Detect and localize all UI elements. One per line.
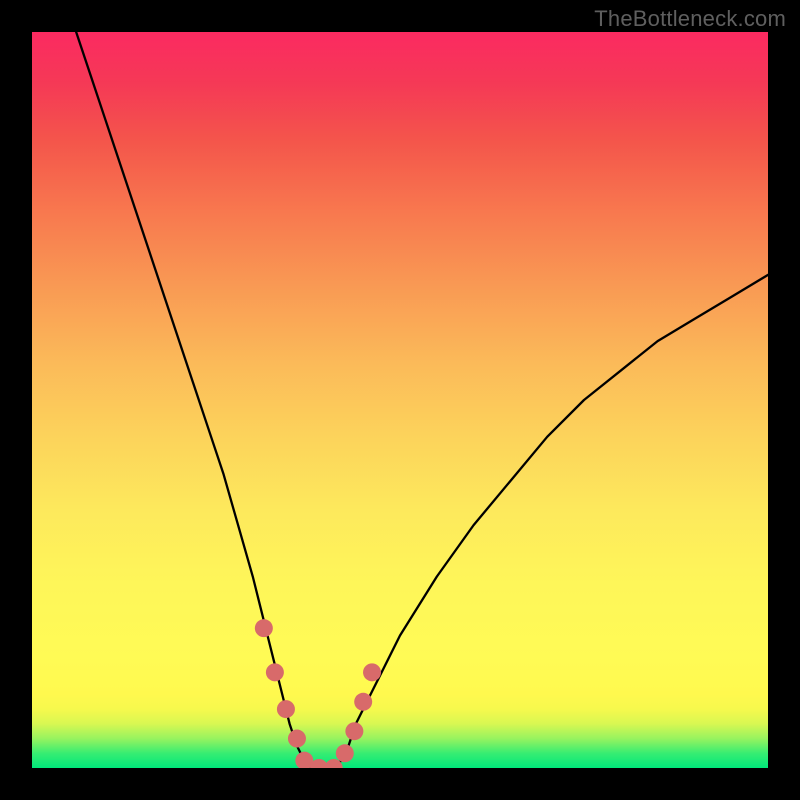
highlight-dot [336, 744, 354, 762]
highlight-dot [288, 730, 306, 748]
highlight-dot [354, 693, 372, 711]
plot-area [32, 32, 768, 768]
watermark-text: TheBottleneck.com [594, 6, 786, 32]
chart-frame: TheBottleneck.com [0, 0, 800, 800]
highlight-dot [255, 619, 273, 637]
highlight-dot [345, 722, 363, 740]
highlight-dots [255, 619, 381, 768]
highlight-dot [266, 663, 284, 681]
highlight-dot [363, 663, 381, 681]
highlight-dot [277, 700, 295, 718]
bottleneck-curve [76, 32, 768, 768]
curve-layer [32, 32, 768, 768]
